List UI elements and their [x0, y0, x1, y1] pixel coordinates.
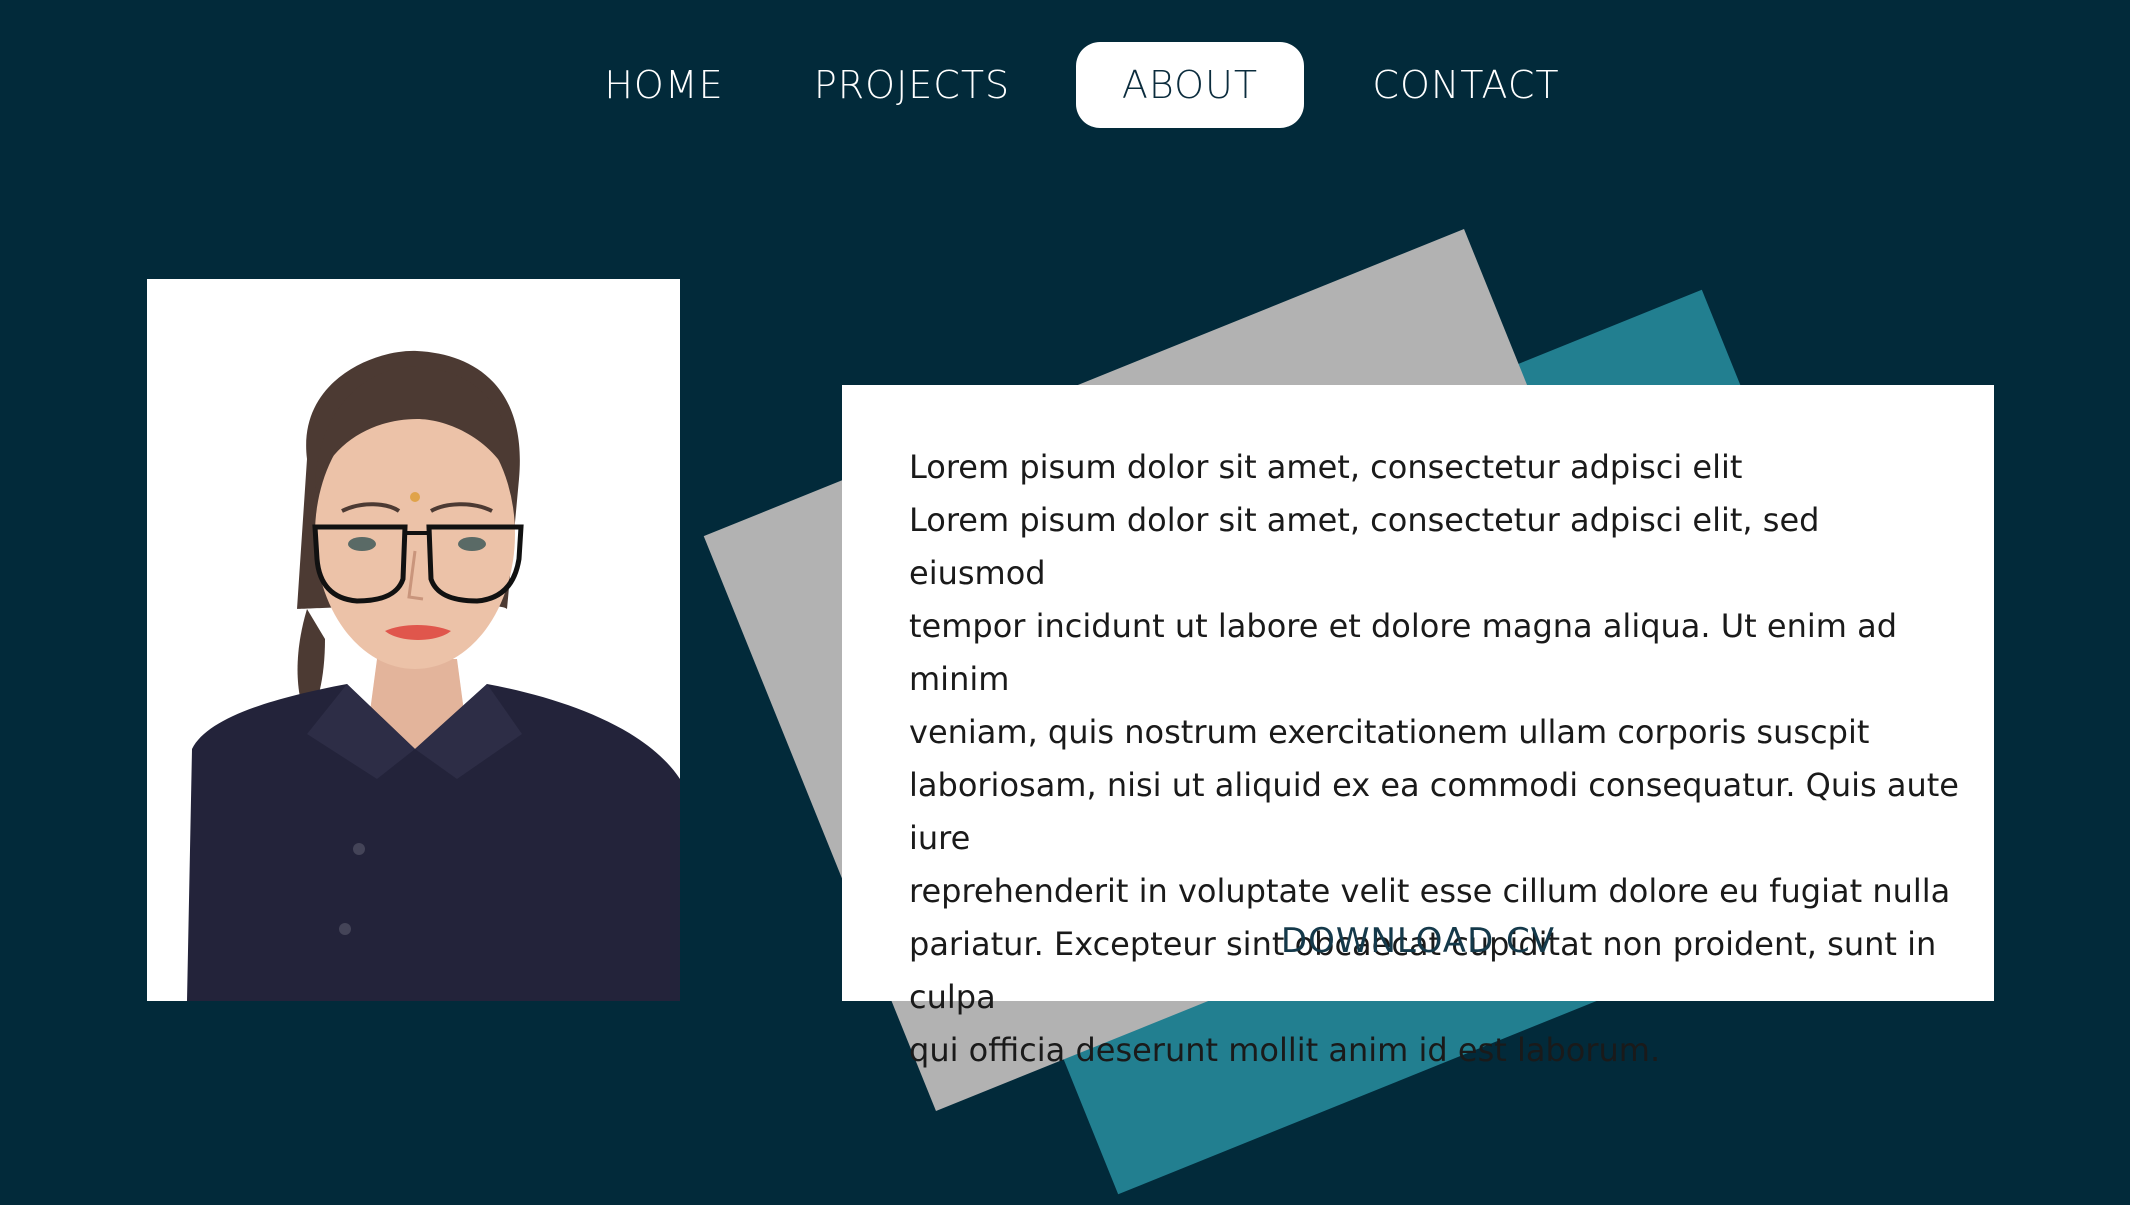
profile-photo — [147, 279, 680, 1001]
about-heading-line: Lorem pisum dolor sit amet, consectetur … — [909, 448, 1743, 486]
about-body-line: laboriosam, nisi ut aliquid ex ea commod… — [909, 766, 1959, 857]
nav-about[interactable]: ABOUT — [1076, 42, 1304, 128]
top-nav: HOME PROJECTS ABOUT CONTACT — [0, 42, 2130, 128]
about-body-line: reprehenderit in voluptate velit esse ci… — [909, 872, 1951, 910]
about-text: Lorem pisum dolor sit amet, consectetur … — [909, 441, 1959, 1077]
about-body-line: veniam, quis nostrum exercitationem ulla… — [909, 713, 1870, 751]
about-body-line: qui officia deserunt mollit anim id est … — [909, 1031, 1661, 1069]
about-body-line: Lorem pisum dolor sit amet, consectetur … — [909, 501, 1820, 592]
about-card: Lorem pisum dolor sit amet, consectetur … — [842, 385, 1994, 1069]
download-cv-link[interactable]: DOWNLOAD CV — [842, 921, 1994, 961]
nav-contact[interactable]: CONTACT — [1372, 42, 1558, 128]
nav-home[interactable]: HOME — [604, 42, 722, 128]
nav-projects[interactable]: PROJECTS — [812, 42, 1012, 128]
about-body-line: tempor incidunt ut labore et dolore magn… — [909, 607, 1898, 698]
